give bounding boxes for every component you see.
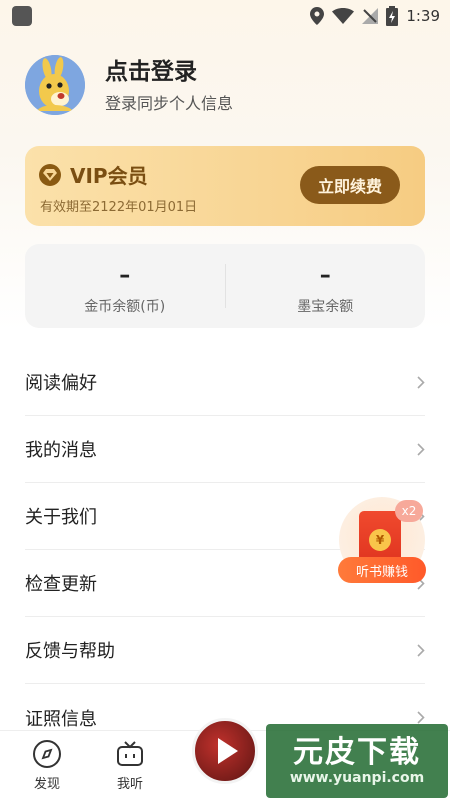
diamond-icon bbox=[39, 163, 61, 186]
mini-player-button[interactable] bbox=[192, 718, 258, 784]
menu-item-label: 我的消息 bbox=[25, 440, 97, 461]
mobao-balance[interactable]: – 墨宝余额 bbox=[226, 244, 426, 328]
watermark-logo: 元皮下载 www.yuanpi.com bbox=[266, 724, 448, 798]
nav-listening-label: 我听 bbox=[116, 777, 143, 792]
menu-item-label: 阅读偏好 bbox=[25, 373, 97, 394]
avatar[interactable] bbox=[25, 55, 85, 115]
battery-charging-icon bbox=[386, 6, 399, 26]
wifi-icon bbox=[332, 8, 355, 24]
status-bar: 1:39 bbox=[0, 0, 450, 32]
vip-expiry: 有效期至2122年01月01日 bbox=[40, 200, 198, 215]
chevron-right-icon bbox=[417, 711, 425, 724]
mobao-balance-value: – bbox=[319, 263, 331, 288]
coin-balance-value: – bbox=[119, 263, 131, 288]
location-icon bbox=[310, 7, 325, 25]
coin-balance-label: 金币余额(币) bbox=[84, 299, 166, 315]
nav-discover-label: 发现 bbox=[33, 777, 60, 792]
app-notification-icon bbox=[12, 6, 32, 26]
vip-card[interactable]: VIP会员 有效期至2122年01月01日 立即续费 bbox=[25, 146, 425, 226]
chevron-right-icon bbox=[417, 442, 425, 456]
status-time: 1:39 bbox=[406, 7, 440, 25]
play-icon bbox=[218, 738, 238, 764]
chevron-right-icon bbox=[417, 375, 425, 389]
menu-item-messages[interactable]: 我的消息 bbox=[25, 416, 425, 483]
coin-icon: ¥ bbox=[369, 529, 391, 551]
menu-item-label: 证照信息 bbox=[25, 708, 97, 730]
coin-balance[interactable]: – 金币余额(币) bbox=[25, 244, 225, 328]
mobao-balance-label: 墨宝余额 bbox=[297, 299, 354, 315]
menu-item-label: 关于我们 bbox=[25, 507, 97, 528]
nav-discover[interactable]: 发现 bbox=[17, 739, 77, 792]
compass-icon bbox=[33, 740, 61, 768]
multiplier-badge: x2 bbox=[395, 500, 423, 522]
watermark-url: www.yuanpi.com bbox=[289, 770, 425, 786]
radio-tv-icon bbox=[117, 741, 143, 766]
listen-earn-widget[interactable]: ¥ x2 听书赚钱 bbox=[337, 497, 427, 589]
menu-item-feedback-help[interactable]: 反馈与帮助 bbox=[25, 617, 425, 684]
red-envelope-icon: ¥ bbox=[359, 511, 401, 563]
renew-button[interactable]: 立即续费 bbox=[300, 166, 400, 204]
menu-item-reading-preference[interactable]: 阅读偏好 bbox=[25, 349, 425, 416]
kangaroo-mascot-icon bbox=[25, 55, 85, 115]
vip-title: VIP会员 bbox=[70, 164, 148, 188]
login-profile[interactable]: 点击登录 登录同步个人信息 bbox=[25, 55, 233, 115]
listen-earn-label[interactable]: 听书赚钱 bbox=[338, 557, 426, 583]
chevron-right-icon bbox=[417, 643, 425, 657]
balance-card: – 金币余额(币) – 墨宝余额 bbox=[25, 244, 425, 328]
menu-item-label: 反馈与帮助 bbox=[25, 641, 115, 662]
status-icons: 1:39 bbox=[310, 6, 440, 26]
watermark-title: 元皮下载 bbox=[293, 735, 421, 770]
login-subtitle: 登录同步个人信息 bbox=[105, 93, 234, 113]
menu-item-label: 检查更新 bbox=[25, 574, 97, 595]
nav-listening[interactable]: 我听 bbox=[100, 739, 160, 792]
login-title[interactable]: 点击登录 bbox=[105, 57, 233, 87]
no-signal-icon bbox=[362, 8, 379, 24]
